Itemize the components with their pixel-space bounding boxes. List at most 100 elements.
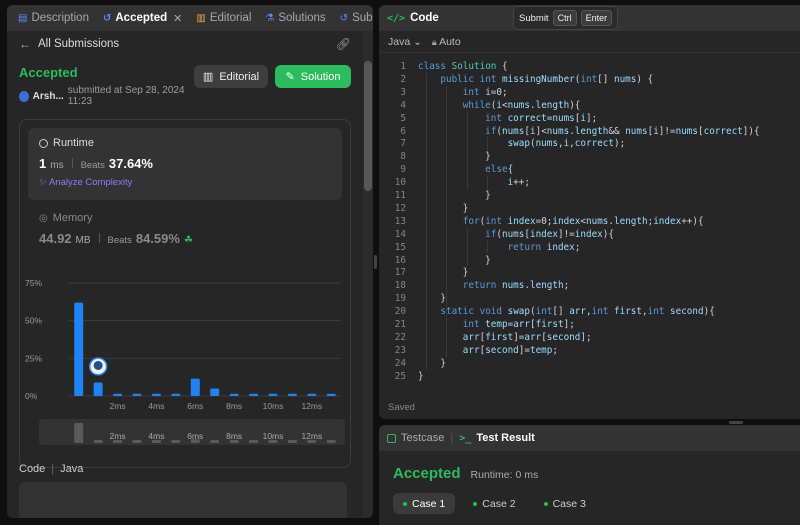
line-number: 23 (394, 344, 406, 356)
chart-bar (229, 393, 239, 396)
tab-submissions-label: Submissions (352, 12, 373, 24)
line-number: 3 (400, 86, 406, 98)
language-select[interactable]: Java ⌄ (388, 36, 422, 48)
enter-key: Enter (580, 10, 613, 26)
submit-shortcut-tooltip: Submit Ctrl Enter (513, 6, 619, 30)
submitted-text: submitted at Sep 28, 2024 11:23 (67, 85, 185, 107)
line-number: 1 (400, 61, 406, 72)
scrollbar-thumb[interactable] (364, 61, 372, 191)
runtime-unit: ms (50, 160, 64, 171)
line-number: 5 (400, 112, 406, 124)
user-position-marker[interactable] (88, 357, 108, 376)
case-label: Case 2 (482, 497, 516, 510)
pass-dot-icon (543, 501, 548, 506)
runtime-label: Runtime (53, 137, 94, 149)
tab-submissions[interactable]: ↺ Submissions (337, 12, 373, 24)
auto-mode[interactable]: 🔒︎ Auto (432, 36, 461, 48)
code-line[interactable]: 8 } (379, 150, 490, 163)
analyze-complexity-link[interactable]: ✨︎ Analyze Complexity (39, 177, 331, 188)
code-line[interactable]: 15 return index; (379, 241, 581, 254)
analyze-complexity-label: Analyze Complexity (48, 177, 133, 188)
arrow-left-icon[interactable]: ← (19, 37, 31, 51)
runtime-box[interactable]: Runtime 1 ms Beats 37.64% ✨︎ Analyze Com… (28, 128, 342, 200)
code-text: int temp=arr[first]; (462, 319, 575, 330)
tab-testcase[interactable]: Testcase (387, 432, 444, 444)
editorial-button[interactable]: ▥ Editorial (194, 65, 268, 88)
code-text: if(nums[index]!=index){ (485, 228, 614, 240)
code-line[interactable]: 19 } (379, 292, 446, 305)
code-line[interactable]: 25} (379, 370, 424, 383)
tab-test-result[interactable]: >_ Test Result (459, 432, 535, 444)
tab-solutions[interactable]: ⚗ Solutions (262, 12, 328, 24)
submitted-code-snippet[interactable]: class Solution { public int missingNumbe… (19, 482, 347, 518)
code-line[interactable]: 10 i++; (379, 176, 530, 189)
memory-values: 44.92 MB Beats 84.59% ☘ (39, 231, 331, 246)
code-line[interactable]: 7 swap(nums,i,correct); (379, 137, 625, 150)
user-name[interactable]: Arsh... (33, 91, 64, 102)
code-line[interactable]: 3 int i=0; (379, 86, 507, 99)
avatar[interactable] (19, 90, 29, 102)
divider: | (51, 463, 55, 475)
brush-mini-bar (93, 440, 103, 443)
tab-description[interactable]: ▤ Description (15, 12, 92, 24)
line-number: 14 (394, 228, 406, 240)
vertical-resize-handle[interactable] (374, 255, 377, 269)
code-line[interactable]: 4 while(i<nums.length){ (379, 99, 580, 112)
solution-button[interactable]: ✎ Solution (275, 65, 351, 88)
brush-mini-bar (326, 440, 336, 443)
submit-label: Submit (519, 12, 549, 24)
code-line[interactable]: 22 arr[first]=arr[second]; (379, 331, 592, 344)
memory-box[interactable]: ◎ Memory 44.92 MB Beats 84.59% ☘ (28, 200, 342, 246)
link-icon[interactable]: 🔗︎ (336, 37, 351, 51)
code-line[interactable]: 18 return nums.length; (379, 279, 569, 292)
line-number: 22 (394, 331, 406, 343)
chart-bar (151, 393, 161, 396)
code-line[interactable]: 21 int temp=arr[first]; (379, 318, 575, 331)
scrollbar-track[interactable] (363, 31, 373, 518)
tab-accepted[interactable]: ↺ Accepted ✕ (100, 12, 185, 25)
code-line[interactable]: 24 } (379, 357, 446, 370)
line-number: 8 (400, 151, 406, 163)
code-line[interactable]: 2 public int missingNumber(int[] nums) { (379, 73, 653, 86)
code-line[interactable]: 13 for(int index=0;index<nums.length;ind… (379, 215, 704, 228)
tab-accepted-label: Accepted (115, 12, 168, 24)
case-tab-3[interactable]: Case 3 (534, 493, 596, 514)
case-tab-1[interactable]: Case 1 (393, 493, 456, 514)
all-submissions-link[interactable]: All Submissions (38, 38, 119, 50)
code-line[interactable]: 14 if(nums[index]!=index){ (379, 228, 614, 241)
code-editor[interactable]: 1 class Solution {2 public int missingNum… (379, 60, 800, 397)
code-line[interactable]: 11 } (379, 189, 491, 202)
runtime-beats-label: Beats (80, 160, 105, 171)
line-number: 21 (394, 319, 406, 330)
language-value: Java (388, 35, 411, 48)
case-tab-2[interactable]: Case 2 (463, 493, 525, 514)
status-row: Accepted Arsh... submitted at Sep 28, 20… (19, 65, 351, 107)
code-line[interactable]: 6 if(nums[i]<nums.length&& nums[i]!=nums… (379, 125, 759, 138)
chart-range-brush[interactable]: 2ms 4ms 6ms 8ms 10ms 12ms (39, 419, 345, 445)
line-number: 9 (400, 164, 406, 176)
code-line[interactable]: 9 else{ (379, 163, 513, 176)
chart-y-ticks: 75% 50% 25% 0% (25, 278, 42, 401)
test-panel: Testcase | >_ Test Result Accepted Runti… (379, 425, 800, 525)
tab-solutions-label: Solutions (278, 12, 326, 24)
chart-bar (326, 393, 336, 396)
brush-mini-bar (132, 440, 142, 443)
code-line[interactable]: 5 int correct=nums[i]; (379, 112, 597, 125)
code-line[interactable]: 12 } (379, 202, 469, 215)
line-number: 24 (394, 357, 406, 369)
memory-label-row: ◎ Memory (39, 212, 331, 224)
chart-bar (210, 388, 220, 396)
code-line[interactable]: 17 } (379, 266, 469, 279)
close-icon[interactable]: ✕ (173, 12, 182, 25)
runtime-distribution-chart[interactable]: 75% 50% 25% 0% 2ms 4ms 6ms 8ms 10ms 12ms 2ms 4ms 6… (25, 265, 347, 445)
code-text: int correct=nums[i]; (485, 112, 598, 124)
code-line[interactable]: 20 static void swap(int[] arr,int first,… (379, 305, 715, 318)
horizontal-resize-handle[interactable] (729, 421, 743, 424)
code-line[interactable]: 16 } (379, 254, 491, 267)
indent-guide (446, 85, 447, 357)
code-line[interactable]: 1 class Solution { (379, 60, 507, 73)
tab-editorial[interactable]: ▥ Editorial (193, 12, 254, 24)
chart-bar (287, 393, 297, 396)
code-line[interactable]: 23 arr[second]=temp; (379, 344, 558, 357)
history-icon: ↺ (339, 12, 349, 24)
